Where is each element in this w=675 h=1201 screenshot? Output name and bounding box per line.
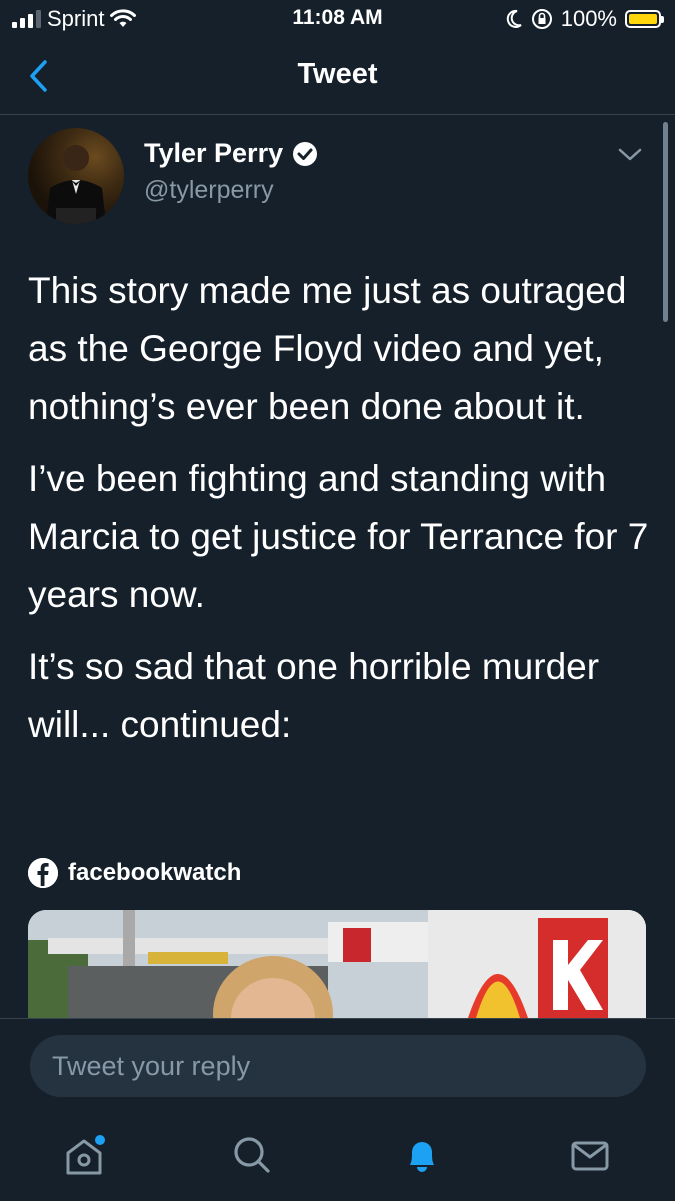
tab-bar [0,1121,675,1201]
status-right: 100% [505,6,664,32]
author-name[interactable]: Tyler Perry [144,138,319,169]
bell-icon [410,1142,434,1172]
scrollbar[interactable] [663,122,668,322]
tab-search[interactable] [230,1133,274,1177]
card-source[interactable]: facebookwatch [28,858,241,888]
rotation-lock-icon [531,9,552,29]
author-name-text: Tyler Perry [144,138,284,168]
card-source-label: facebookwatch [68,859,242,886]
tab-messages[interactable] [568,1133,612,1177]
tweet-paragraph: This story made me just as outraged as t… [28,270,627,427]
tab-home[interactable] [62,1133,106,1177]
card-thumbnail[interactable] [28,910,646,1018]
mail-icon [571,1141,609,1171]
tweet-text: This story made me just as outraged as t… [28,262,653,768]
more-options-button[interactable] [615,144,645,164]
facebook-icon [28,858,58,888]
verified-badge-icon [293,141,318,166]
page-title: Tweet [297,58,378,90]
tab-notifications[interactable] [400,1133,444,1177]
reply-input[interactable]: Tweet your reply [30,1035,646,1097]
avatar[interactable] [28,128,124,224]
author-handle[interactable]: @tylerperry [144,176,274,205]
battery-percent: 100% [560,6,617,31]
header: Tweet [0,38,675,115]
search-icon [234,1137,270,1173]
chevron-down-icon [618,148,642,161]
reply-placeholder: Tweet your reply [52,1050,251,1081]
reply-bar: Tweet your reply [0,1018,675,1201]
card-image-art [28,910,646,1018]
home-icon [66,1135,105,1175]
tweet-paragraph: It’s so sad that one horrible murder wil… [28,646,600,745]
battery-icon [625,10,664,28]
avatar-image [46,145,106,224]
tweet-paragraph: I’ve been fighting and standing with Mar… [28,458,649,615]
moon-icon [506,9,522,28]
status-bar: Sprint 11:08 AM 100% [0,0,675,38]
